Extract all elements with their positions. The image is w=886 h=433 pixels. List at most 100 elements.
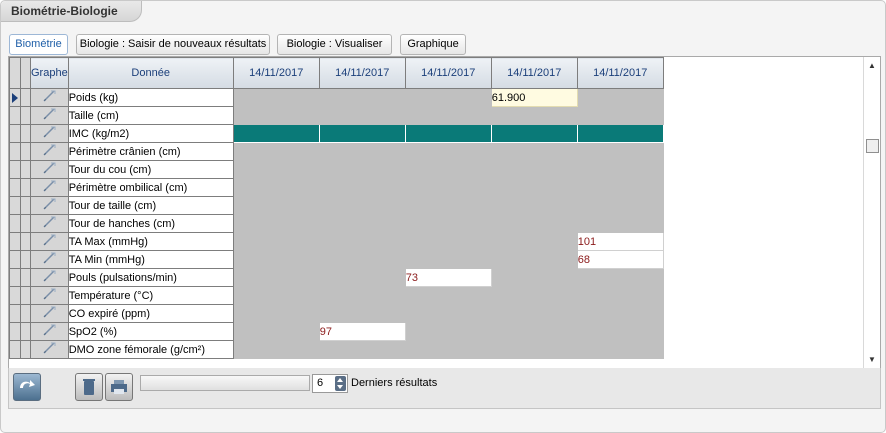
value-cell[interactable] (404, 178, 492, 197)
value-cell[interactable] (318, 268, 406, 287)
table-row[interactable]: DMO zone fémorale (g/cm²) (9, 340, 664, 359)
value-cell[interactable] (318, 250, 406, 269)
graph-cell[interactable] (30, 250, 69, 269)
table-row[interactable]: Pouls (pulsations/min) 73 (9, 268, 664, 287)
graph-cell[interactable] (30, 214, 69, 233)
value-cell[interactable]: 61.900 (490, 88, 578, 107)
graph-cell[interactable] (30, 304, 69, 323)
value-cell[interactable] (490, 340, 578, 359)
row-selector[interactable] (9, 322, 21, 341)
value-cell[interactable] (232, 88, 320, 107)
value-cell[interactable] (318, 304, 406, 323)
value-cell[interactable] (232, 142, 320, 161)
value-cell[interactable] (576, 322, 664, 341)
value-cell[interactable] (490, 250, 578, 269)
value-cell[interactable]: 68 (576, 250, 664, 269)
value-cell[interactable] (576, 286, 664, 305)
graph-cell[interactable] (30, 142, 69, 161)
value-cell[interactable] (232, 250, 320, 269)
value-cell[interactable] (318, 286, 406, 305)
value-cell[interactable] (404, 160, 492, 179)
value-cell[interactable] (576, 340, 664, 359)
graph-cell[interactable] (30, 106, 69, 125)
table-row[interactable]: Tour de hanches (cm) (9, 214, 664, 233)
header-data[interactable]: Donnée (67, 57, 234, 89)
row-selector[interactable] (9, 88, 21, 107)
graph-cell[interactable] (30, 322, 69, 341)
value-cell[interactable] (576, 268, 664, 287)
value-cell[interactable] (232, 286, 320, 305)
value-cell[interactable] (576, 88, 664, 107)
row-selector[interactable] (9, 106, 21, 125)
row-selector[interactable] (9, 268, 21, 287)
value-cell[interactable] (232, 322, 320, 341)
table-row[interactable]: IMC (kg/m2) (9, 124, 664, 143)
value-cell[interactable] (404, 340, 492, 359)
table-row[interactable]: Périmètre crânien (cm) (9, 142, 664, 161)
row-selector[interactable] (9, 232, 21, 251)
value-cell[interactable] (490, 232, 578, 251)
graph-cell[interactable] (30, 160, 69, 179)
graph-cell[interactable] (30, 232, 69, 251)
table-row[interactable]: TA Min (mmHg) 68 (9, 250, 664, 269)
vertical-scrollbar[interactable]: ▲ ▼ (863, 57, 880, 369)
tab-graphique[interactable]: Graphique (400, 34, 466, 55)
value-cell[interactable] (404, 304, 492, 323)
value-cell[interactable] (404, 322, 492, 341)
graph-cell[interactable] (30, 88, 69, 107)
value-cell[interactable] (490, 304, 578, 323)
value-cell[interactable] (232, 268, 320, 287)
table-row[interactable]: Tour de taille (cm) (9, 196, 664, 215)
header-graph[interactable]: Graphe (30, 57, 69, 89)
value-cell[interactable] (576, 214, 664, 233)
tab-biologie-visualiser[interactable]: Biologie : Visualiser (277, 34, 392, 55)
refresh-button[interactable] (13, 373, 41, 401)
row-selector[interactable] (9, 250, 21, 269)
value-cell[interactable] (490, 178, 578, 197)
value-cell[interactable] (318, 196, 406, 215)
delete-button[interactable] (75, 373, 103, 401)
table-row[interactable]: TA Max (mmHg) 101 (9, 232, 664, 251)
value-cell[interactable] (318, 124, 406, 143)
value-cell[interactable] (232, 214, 320, 233)
value-cell[interactable] (232, 196, 320, 215)
value-cell[interactable] (576, 106, 664, 125)
value-cell[interactable] (232, 340, 320, 359)
result-count-value[interactable]: 6 (317, 377, 323, 389)
value-cell[interactable] (318, 88, 406, 107)
value-cell[interactable] (232, 178, 320, 197)
value-cell[interactable]: 73 (404, 268, 492, 287)
value-cell[interactable] (576, 124, 664, 143)
graph-cell[interactable] (30, 286, 69, 305)
table-row[interactable]: SpO2 (%) 97 (9, 322, 664, 341)
result-count-stepper[interactable]: 6 (312, 374, 348, 393)
value-cell[interactable] (404, 106, 492, 125)
value-cell[interactable] (576, 178, 664, 197)
value-cell[interactable]: 101 (576, 232, 664, 251)
value-cell[interactable] (490, 160, 578, 179)
value-cell[interactable] (490, 268, 578, 287)
value-cell[interactable] (318, 142, 406, 161)
table-row[interactable]: Tour du cou (cm) (9, 160, 664, 179)
value-cell[interactable] (490, 196, 578, 215)
header-date[interactable]: 14/11/2017 (490, 57, 578, 89)
value-cell[interactable] (404, 142, 492, 161)
graph-cell[interactable] (30, 196, 69, 215)
value-cell[interactable] (318, 232, 406, 251)
value-cell[interactable]: 97 (318, 322, 406, 341)
value-cell[interactable] (576, 142, 664, 161)
row-selector[interactable] (9, 304, 21, 323)
row-selector[interactable] (9, 142, 21, 161)
value-cell[interactable] (490, 124, 578, 143)
row-selector[interactable] (9, 214, 21, 233)
value-cell[interactable] (318, 214, 406, 233)
table-row[interactable]: Périmètre ombilical (cm) (9, 178, 664, 197)
header-date[interactable]: 14/11/2017 (318, 57, 406, 89)
value-cell[interactable] (232, 304, 320, 323)
row-selector[interactable] (9, 160, 21, 179)
scroll-up-icon[interactable]: ▲ (864, 59, 880, 73)
value-cell[interactable] (576, 196, 664, 215)
tab-biologie-saisir[interactable]: Biologie : Saisir de nouveaux résultats (76, 34, 270, 55)
value-cell[interactable] (490, 214, 578, 233)
value-cell[interactable] (576, 160, 664, 179)
